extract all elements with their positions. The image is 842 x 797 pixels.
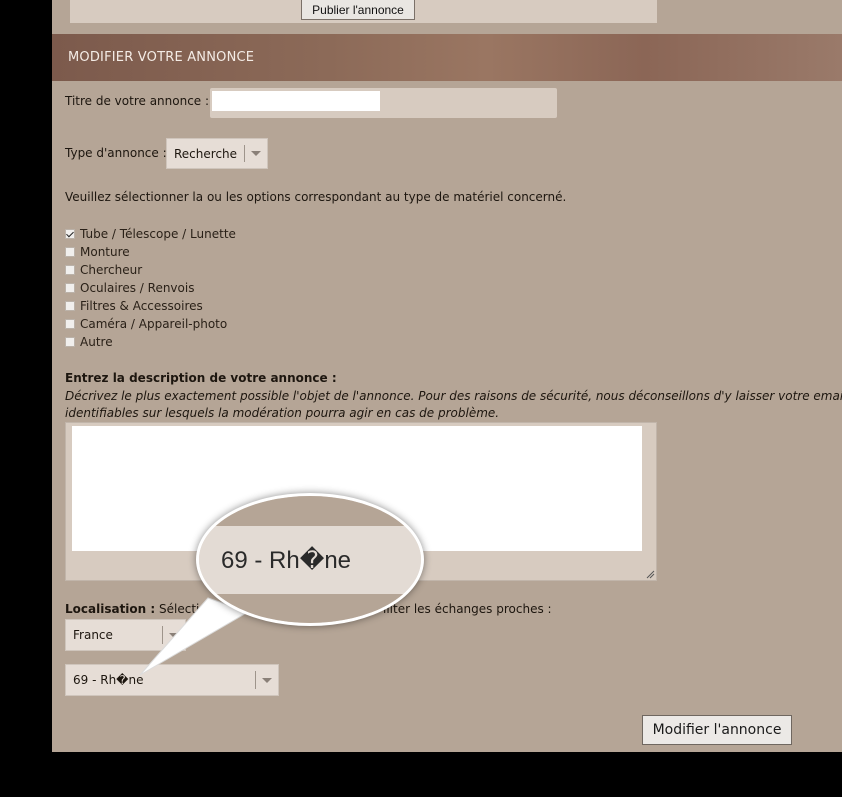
country-select[interactable]: France: [65, 619, 186, 651]
checkbox-autre[interactable]: [65, 337, 75, 347]
option-row-chercheur[interactable]: Chercheur: [65, 263, 142, 277]
checkbox-camera[interactable]: [65, 319, 75, 329]
zoom-magnifier: 69 - Rh�ne: [196, 493, 424, 626]
option-label-filtres: Filtres & Accessoires: [80, 299, 203, 313]
title-label: Titre de votre annonce :: [65, 94, 210, 108]
zoom-band-top: [199, 496, 421, 526]
option-label-chercheur: Chercheur: [80, 263, 143, 277]
option-row-monture[interactable]: Monture: [65, 245, 130, 259]
option-row-oculaires[interactable]: Oculaires / Renvois: [65, 281, 194, 295]
option-label-tube: Tube / Télescope / Lunette: [80, 227, 236, 241]
title-input[interactable]: [212, 91, 380, 111]
option-label-monture: Monture: [80, 245, 130, 259]
location-label: Localisation :: [65, 602, 156, 616]
checkbox-tube[interactable]: [65, 229, 75, 239]
zoom-band-bottom: [199, 594, 421, 623]
chevron-down-icon: [163, 632, 185, 638]
panel-shadow: [44, 0, 52, 752]
chevron-down-icon: [256, 677, 278, 683]
chevron-down-icon: [245, 151, 267, 156]
modify-announcement-button[interactable]: Modifier l'annonce: [642, 715, 792, 745]
description-help: Décrivez le plus exactement possible l'o…: [65, 388, 842, 422]
option-row-autre[interactable]: Autre: [65, 335, 113, 349]
description-help-line-1: Décrivez le plus exactement possible l'o…: [65, 389, 842, 403]
resize-handle-icon[interactable]: [646, 570, 655, 579]
option-row-camera[interactable]: Caméra / Appareil-photo: [65, 317, 227, 331]
description-label: Entrez la description de votre annonce :: [65, 371, 337, 385]
type-select-value: Recherche: [174, 146, 238, 161]
checkbox-chercheur[interactable]: [65, 265, 75, 275]
options-intro: Veuillez sélectionner la ou les options …: [65, 190, 567, 204]
option-label-autre: Autre: [80, 335, 113, 349]
region-select[interactable]: 69 - Rh�ne: [65, 664, 279, 696]
description-help-line-2: identifiables sur lesquels la modération…: [65, 406, 500, 420]
checkbox-filtres[interactable]: [65, 301, 75, 311]
section-title: MODIFIER VOTRE ANNONCE: [68, 50, 255, 65]
option-label-camera: Caméra / Appareil-photo: [80, 317, 228, 331]
option-row-filtres[interactable]: Filtres & Accessoires: [65, 299, 203, 313]
region-select-value: 69 - Rh�ne: [73, 673, 144, 687]
publish-button[interactable]: Publier l'annonce: [301, 0, 415, 20]
zoom-text: 69 - Rh�ne: [221, 547, 352, 574]
country-select-value: France: [73, 628, 113, 642]
option-label-oculaires: Oculaires / Renvois: [80, 281, 195, 295]
checkbox-monture[interactable]: [65, 247, 75, 257]
type-label: Type d'annonce :: [65, 146, 167, 160]
option-row-tube[interactable]: Tube / Télescope / Lunette: [65, 227, 236, 241]
section-header: MODIFIER VOTRE ANNONCE: [52, 34, 842, 81]
checkbox-oculaires[interactable]: [65, 283, 75, 293]
type-select[interactable]: Recherche: [166, 138, 268, 169]
